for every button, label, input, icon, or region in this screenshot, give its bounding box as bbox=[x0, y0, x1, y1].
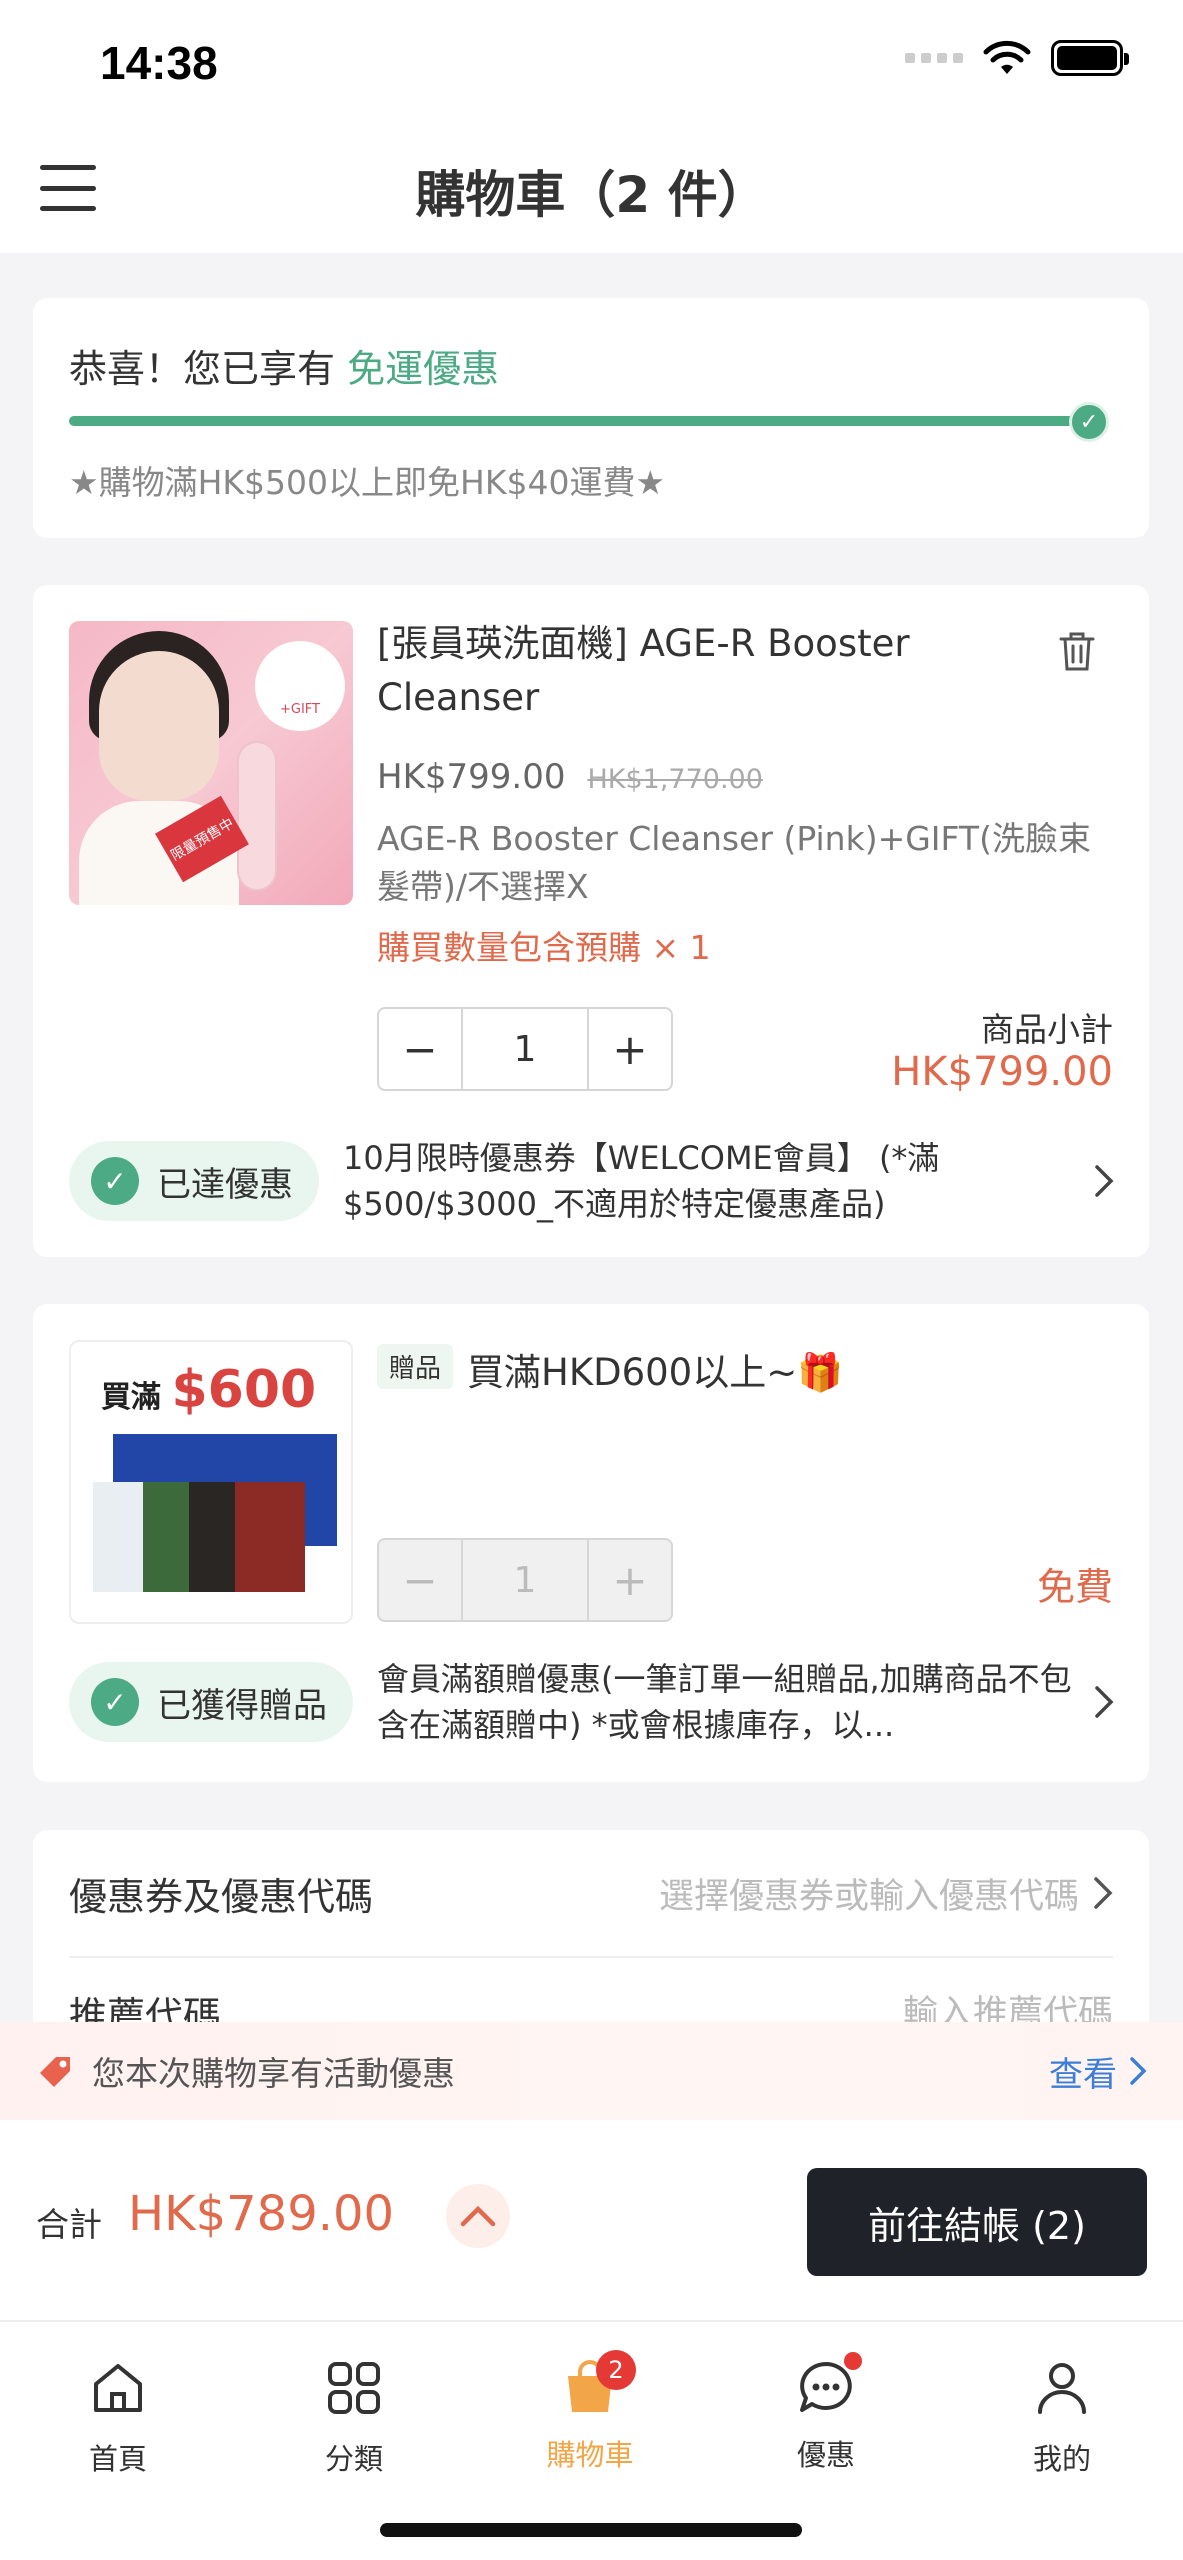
product-name[interactable]: [張員瑛洗面機] AGE-R Booster Cleanser bbox=[377, 617, 1037, 725]
gift-promo-text: 會員滿額贈優惠(一筆訂單一組贈品,加購商品不包含在滿額贈中) *或會根據庫存，以… bbox=[377, 1660, 1072, 1744]
expand-summary-button[interactable] bbox=[446, 2184, 510, 2248]
signal-icon bbox=[905, 53, 963, 63]
user-icon bbox=[1038, 2363, 1086, 2414]
coupon-row[interactable]: 優惠券及優惠代碼 選擇優惠券或輸入優惠代碼 bbox=[69, 1830, 1113, 1958]
subtotal-label: 商品小計 bbox=[981, 1010, 1113, 1049]
product-price: HK$799.00 bbox=[377, 757, 566, 797]
tab-label: 分類 bbox=[324, 2442, 383, 2476]
tab-category[interactable]: 分類 bbox=[236, 2338, 472, 2478]
free-shipping-card: 恭喜！您已享有 免運優惠 ✓ ★購物滿HK$500以上即免HK$40運費★ bbox=[33, 298, 1149, 538]
chevron-right-icon bbox=[1130, 2057, 1147, 2085]
chat-icon bbox=[796, 2352, 862, 2418]
quantity-value: 1 bbox=[461, 1540, 589, 1620]
tab-label: 優惠 bbox=[796, 2438, 855, 2472]
tab-label: 購物車 bbox=[546, 2438, 634, 2472]
promo-text: 10月限時優惠券【WELCOME會員】 (*滿$500/$3000_不適用於特定… bbox=[343, 1139, 940, 1223]
gift-price: 免費 bbox=[1036, 1565, 1113, 1609]
shipping-progress-fill bbox=[69, 416, 1085, 426]
increase-button: + bbox=[612, 1555, 648, 1605]
tab-label: 首頁 bbox=[88, 2442, 147, 2476]
promo-status-badge: ✓ 已達優惠 bbox=[69, 1141, 319, 1221]
gift-name: 買滿HKD600以上~🎁 bbox=[467, 1351, 844, 1394]
check-icon: ✓ bbox=[1069, 402, 1109, 442]
quantity-stepper: − 1 + bbox=[377, 1007, 673, 1091]
trash-icon[interactable] bbox=[1057, 629, 1097, 673]
check-icon: ✓ bbox=[91, 1157, 139, 1205]
gift-image: 買滿 $600 bbox=[69, 1340, 353, 1624]
chevron-right-icon[interactable] bbox=[1089, 1161, 1119, 1201]
home-indicator bbox=[380, 2523, 802, 2537]
product-original-price: HK$1,770.00 bbox=[587, 764, 763, 795]
grid-icon bbox=[328, 2362, 380, 2414]
shipping-progress-bar bbox=[69, 416, 1085, 426]
check-icon: ✓ bbox=[91, 1678, 139, 1726]
decrease-button[interactable]: − bbox=[379, 1009, 461, 1089]
coupon-label: 優惠券及優惠代碼 bbox=[69, 1874, 374, 1919]
gift-item: 買滿 $600 贈品 買滿HKD600以上~🎁 − 1 + 免費 ✓ 已獲得贈品… bbox=[33, 1304, 1149, 1782]
tab-label: 我的 bbox=[1032, 2442, 1091, 2476]
status-time: 14:38 bbox=[100, 37, 218, 89]
decrease-button: − bbox=[402, 1555, 438, 1605]
shipping-message: 恭喜！您已享有 免運優惠 bbox=[69, 347, 500, 391]
checkout-button[interactable]: 前往結帳 (2) bbox=[807, 2168, 1147, 2276]
tag-icon bbox=[40, 2057, 70, 2087]
product-variant: AGE-R Booster Cleanser (Pink)+GIFT(洗臉束髮帶… bbox=[377, 819, 1091, 906]
coupon-hint: 選擇優惠券或輸入優惠代碼 bbox=[658, 1876, 1079, 1917]
chevron-right-icon[interactable] bbox=[1089, 1682, 1119, 1722]
tab-cart[interactable]: 2 購物車 bbox=[472, 2338, 708, 2474]
promo-row[interactable]: ✓ 已達優惠 10月限時優惠券【WELCOME會員】 (*滿$500/$3000… bbox=[69, 1133, 1119, 1229]
price-row: HK$799.00 HK$1,770.00 bbox=[377, 757, 763, 797]
tab-profile[interactable]: 我的 bbox=[944, 2338, 1180, 2478]
gift-tag: 贈品 bbox=[377, 1344, 454, 1389]
total-label: 合計 bbox=[36, 2205, 102, 2244]
shipping-highlight: 免運優惠 bbox=[347, 347, 500, 391]
shipping-note: ★購物滿HK$500以上即免HK$40運費★ bbox=[69, 463, 666, 502]
view-promo-link[interactable]: 查看 bbox=[1049, 2047, 1147, 2096]
product-image-gift: +GIFT bbox=[255, 641, 345, 731]
notification-dot bbox=[844, 2352, 862, 2370]
gift-image-title: 買滿 $600 bbox=[101, 1360, 317, 1420]
status-icons bbox=[905, 40, 1129, 76]
header: 購物車（2 件） bbox=[0, 125, 1183, 253]
battery-icon bbox=[1051, 40, 1129, 76]
page-title: 購物車（2 件） bbox=[415, 166, 768, 224]
gift-status-badge: ✓ 已獲得贈品 bbox=[69, 1662, 353, 1742]
preorder-note: 購買數量包含預購 × 1 bbox=[377, 928, 711, 967]
gift-promo-row[interactable]: ✓ 已獲得贈品 會員滿額贈優惠(一筆訂單一組贈品,加購商品不包含在滿額贈中) *… bbox=[69, 1654, 1119, 1750]
status-bar: 14:38 bbox=[0, 0, 1183, 125]
cart-count-badge: 2 bbox=[596, 2350, 636, 2390]
coupon-card: 優惠券及優惠代碼 選擇優惠券或輸入優惠代碼 推薦代碼 輸入推薦代碼 bbox=[33, 1830, 1149, 2038]
subtotal-value: HK$799.00 bbox=[891, 1049, 1113, 1095]
promo-banner: 您本次購物享有活動優惠 查看 bbox=[0, 2022, 1183, 2120]
wifi-icon bbox=[983, 40, 1031, 74]
increase-button[interactable]: + bbox=[589, 1009, 671, 1089]
cart-item: +GIFT 限量預售中 [張員瑛洗面機] AGE-R Booster Clean… bbox=[33, 585, 1149, 1257]
product-image[interactable]: +GIFT 限量預售中 bbox=[69, 621, 353, 905]
quantity-value[interactable]: 1 bbox=[461, 1009, 589, 1089]
home-icon bbox=[94, 2364, 142, 2412]
gift-quantity-stepper: − 1 + bbox=[377, 1538, 673, 1622]
checkout-bar: 合計 HK$789.00 前往結帳 (2) bbox=[0, 2120, 1183, 2320]
bag-icon: 2 bbox=[560, 2350, 636, 2418]
banner-text: 您本次購物享有活動優惠 bbox=[92, 2054, 455, 2093]
chevron-up-icon bbox=[460, 2205, 496, 2227]
chevron-right-icon bbox=[1094, 1877, 1113, 1909]
total-value: HK$789.00 bbox=[128, 2186, 395, 2242]
tab-home[interactable]: 首頁 bbox=[0, 2338, 236, 2478]
tab-offers[interactable]: 優惠 bbox=[708, 2338, 944, 2474]
